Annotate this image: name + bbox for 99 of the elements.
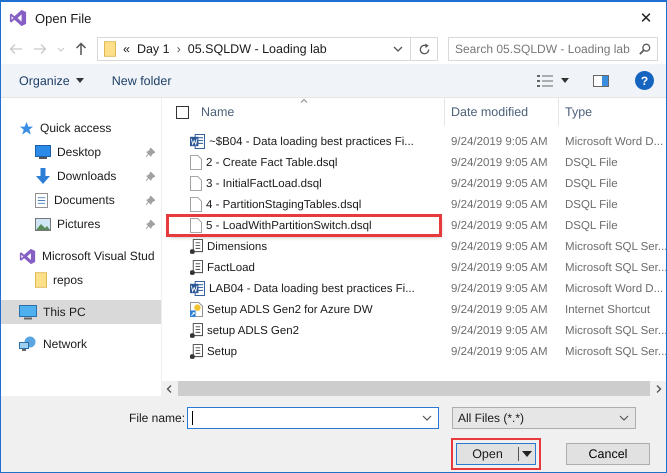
sidebar-item[interactable]: Network (1, 332, 161, 356)
shortcut-file-icon (190, 302, 203, 317)
cancel-button[interactable]: Cancel (566, 443, 650, 465)
column-header[interactable]: Date modified (444, 98, 558, 126)
help-button[interactable]: ? (635, 71, 654, 90)
blank-file-icon (190, 197, 202, 212)
word-document-icon (190, 281, 205, 296)
pin-icon (146, 220, 155, 228)
date-cell-text: 9/24/2019 9:05 AM (450, 198, 549, 210)
monitor-icon (35, 145, 51, 159)
sidebar-item[interactable]: Downloads (1, 164, 161, 188)
star-icon (19, 120, 34, 136)
folder-icon (104, 41, 116, 57)
type-cell-text: DSQL File (564, 178, 619, 190)
sidebar-item[interactable]: Microsoft Visual Stud (1, 244, 161, 268)
column-header[interactable]: Name (201, 105, 234, 119)
date-cell-text: 9/24/2019 9:05 AM (450, 220, 549, 232)
file-name-cell[interactable]: 3 - InitialFactLoad.dsql (188, 174, 322, 193)
caret-down-icon (76, 78, 84, 83)
computer-icon (19, 304, 37, 320)
blank-file-icon (190, 155, 202, 170)
chevron-down-icon[interactable] (393, 46, 403, 52)
date-cell-text: 9/24/2019 9:05 AM (450, 304, 549, 316)
file-name-cell[interactable]: LAB04 - Data loading best practices Fi... (188, 279, 415, 298)
breadcrumb[interactable]: Day 1 (136, 42, 170, 56)
new-folder-button[interactable]: New folder (106, 74, 178, 88)
type-cell-text: DSQL File (564, 220, 619, 232)
preview-pane-icon[interactable] (593, 74, 609, 86)
path-prefix[interactable]: « (123, 42, 130, 56)
scroll-right-icon[interactable] (656, 384, 662, 392)
file-name-cell[interactable]: 4 - PartitionStagingTables.dsql (188, 195, 362, 214)
file-name-cell[interactable]: Setup (188, 342, 238, 361)
scrollbar-thumb[interactable] (178, 381, 650, 396)
file-name-cell[interactable]: Dimensions (188, 237, 268, 256)
date-cell-text: 9/24/2019 9:05 AM (450, 156, 549, 168)
file-name-cell[interactable]: FactLoad (188, 258, 255, 277)
up-arrow-icon[interactable] (75, 42, 87, 56)
type-cell-text: Internet Shortcut (564, 304, 652, 316)
file-name-cell[interactable]: ~$B04 - Data loading best practices Fi... (188, 132, 414, 151)
sidebar-item[interactable]: This PC (1, 300, 161, 324)
scroll-left-icon[interactable] (166, 384, 172, 392)
caret-down-icon[interactable] (561, 78, 569, 83)
sidebar-item[interactable]: Documents (1, 188, 161, 212)
file-name-cell[interactable]: Setup ADLS Gen2 for Azure DW (188, 300, 373, 319)
pin-icon (146, 196, 155, 204)
pin-icon (146, 172, 155, 180)
download-arrow-icon (35, 168, 51, 184)
app-logo-icon (19, 248, 36, 264)
app-logo-icon (9, 9, 27, 27)
document-icon (35, 192, 48, 208)
pin-icon (146, 148, 155, 156)
search-icon (639, 43, 651, 55)
file-name-label: File name: (129, 411, 186, 425)
date-cell-text: 9/24/2019 9:05 AM (450, 346, 549, 358)
open-split-button[interactable]: Open (456, 443, 536, 465)
chevron-down-icon (619, 415, 629, 421)
file-name-field[interactable] (187, 407, 439, 429)
script-file-icon (190, 239, 203, 254)
breadcrumb[interactable]: 05.SQLDW - Loading lab (188, 42, 327, 56)
blank-file-icon (190, 176, 202, 191)
address-bar[interactable]: « Day 1 › 05.SQLDW - Loading lab (97, 37, 438, 61)
sidebar-item[interactable]: Desktop (1, 140, 161, 164)
select-all-checkbox[interactable] (176, 106, 189, 118)
script-file-icon (190, 260, 203, 275)
window-title: Open File (35, 10, 92, 26)
sidebar-item[interactable]: Pictures (1, 212, 161, 236)
type-cell-text: Microsoft Word D... (564, 282, 664, 294)
search-field[interactable]: Search 05.SQLDW - Loading lab (448, 37, 658, 61)
close-button[interactable]: ✕ (626, 3, 666, 33)
caret-down-icon[interactable] (522, 451, 532, 457)
refresh-icon[interactable] (418, 42, 431, 56)
image-icon (35, 218, 51, 230)
file-name-cell[interactable]: 2 - Create Fact Table.dsql (188, 153, 338, 172)
word-document-icon (190, 134, 205, 149)
file-type-dropdown[interactable]: All Files (*.*) (452, 407, 636, 429)
sort-caret-icon (300, 98, 308, 103)
date-cell-text: 9/24/2019 9:05 AM (450, 282, 549, 294)
date-cell-text: 9/24/2019 9:05 AM (450, 178, 549, 190)
sidebar-item[interactable]: repos (1, 268, 161, 292)
blank-file-icon (190, 218, 202, 233)
view-options-icon[interactable] (537, 74, 553, 88)
script-file-icon (190, 323, 203, 338)
date-cell-text: 9/24/2019 9:05 AM (450, 136, 549, 148)
file-name-cell[interactable]: 5 - LoadWithPartitionSwitch.dsql (168, 216, 440, 235)
file-name-cell[interactable]: setup ADLS Gen2 (188, 321, 300, 340)
type-cell-text: Microsoft Word D... (564, 136, 664, 148)
organize-menu[interactable]: Organize (13, 74, 90, 88)
folder-icon (35, 272, 47, 288)
network-icon (19, 336, 37, 352)
column-header[interactable]: Type (558, 98, 666, 126)
path-separator: › (176, 42, 181, 56)
script-file-icon (190, 344, 203, 359)
date-cell-text: 9/24/2019 9:05 AM (450, 324, 549, 336)
sidebar-item[interactable]: Quick access (1, 116, 161, 140)
chevron-down-icon (422, 415, 432, 421)
date-cell-text: 9/24/2019 9:05 AM (450, 262, 549, 274)
type-cell-text: DSQL File (564, 198, 619, 210)
date-cell-text: 9/24/2019 9:05 AM (450, 240, 549, 252)
type-cell-text: DSQL File (564, 156, 619, 168)
